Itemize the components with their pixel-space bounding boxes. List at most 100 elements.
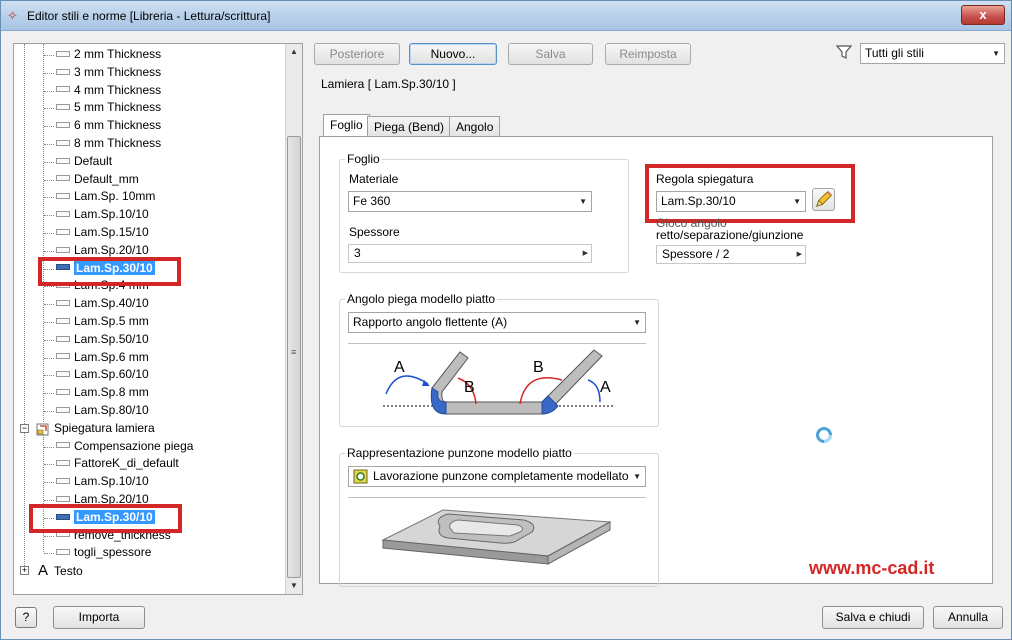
- collapse-toggle-icon[interactable]: −: [20, 423, 29, 433]
- grip-icon: ≡: [291, 347, 297, 357]
- flat-angle-value: Rapporto angolo flettente (A): [353, 315, 508, 329]
- tree-item[interactable]: 6 mm Thickness: [56, 117, 161, 134]
- tree-item-label: Lam.Sp.40/10: [74, 296, 149, 311]
- tree-item-label: Compensazione piega: [74, 438, 194, 453]
- bend-angle-diagram: A B B A: [348, 343, 646, 423]
- tree-guide-branch: [44, 72, 54, 74]
- tree-item[interactable]: 3 mm Thickness: [56, 64, 161, 81]
- style-leaf-icon: [56, 549, 70, 556]
- tree-item-label: Lam.Sp.20/10: [74, 242, 149, 257]
- chevron-right-icon: ▶: [796, 251, 802, 258]
- tree-item-label: 4 mm Thickness: [74, 82, 162, 97]
- tree-item-label: 8 mm Thickness: [74, 136, 162, 150]
- tab-corner[interactable]: Angolo: [449, 116, 501, 138]
- scroll-thumb[interactable]: ≡: [287, 136, 301, 578]
- tree-item[interactable]: Compensazione piega: [56, 438, 193, 455]
- style-leaf-icon: [56, 389, 70, 396]
- title-bar[interactable]: ✧ Editor stili e norme [Libreria - Lettu…: [1, 1, 1011, 31]
- close-button[interactable]: x: [961, 5, 1005, 25]
- flat-angle-select[interactable]: Rapporto angolo flettente (A) ▼: [348, 312, 646, 333]
- tree-item[interactable]: togli_spessore: [56, 544, 151, 561]
- style-leaf-icon: [56, 335, 70, 342]
- scroll-up-icon[interactable]: ▲: [286, 44, 302, 60]
- tree-item[interactable]: Lam.Sp.80/10: [56, 402, 149, 419]
- flat-angle-group-title: Angolo piega modello piatto: [345, 292, 498, 306]
- tree-guide-branch: [44, 215, 54, 217]
- tree-item[interactable]: Lam.Sp.50/10: [56, 331, 149, 348]
- tree-item[interactable]: Lam.Sp.15/10: [56, 224, 149, 241]
- tree-item[interactable]: Lam.Sp.8 mm: [56, 384, 149, 401]
- style-leaf-icon: [56, 228, 70, 235]
- style-filter-value: Tutti gli stili: [865, 46, 924, 60]
- punch-plate-illustration: [381, 509, 612, 565]
- thickness-field[interactable]: 3 ▶: [348, 244, 592, 263]
- tree-item[interactable]: 4 mm Thickness: [56, 82, 161, 99]
- tree-item[interactable]: 2 mm Thickness: [56, 46, 161, 63]
- import-button[interactable]: Importa: [53, 606, 145, 629]
- tree-item[interactable]: Lam.Sp.5 mm: [56, 313, 149, 330]
- tree-group-sheet-unfold[interactable]: Spiegatura lamiera: [36, 420, 155, 437]
- tree-guide-branch: [44, 411, 54, 412]
- window-title: Editor stili e norme [Libreria - Lettura…: [27, 9, 271, 23]
- tree-item-label: 2 mm Thickness: [74, 47, 162, 61]
- style-leaf-icon: [56, 478, 70, 485]
- style-editor-window: ✧ Editor stili e norme [Libreria - Lettu…: [0, 0, 1012, 640]
- tree-guide-branch: [44, 375, 54, 377]
- tree-guide-line: [24, 44, 25, 570]
- tree-guide-branch: [44, 393, 54, 395]
- material-value: Fe 360: [353, 194, 391, 208]
- tree-guide-branch: [44, 357, 54, 359]
- style-leaf-icon: [56, 86, 70, 93]
- style-leaf-icon: [56, 495, 70, 502]
- help-button[interactable]: ?: [15, 607, 37, 628]
- cancel-button[interactable]: Annulla: [933, 606, 1003, 629]
- style-leaf-icon: [56, 68, 70, 75]
- tree-item[interactable]: Default_mm: [56, 171, 139, 188]
- new-button[interactable]: Nuovo...: [409, 43, 497, 65]
- scroll-down-icon[interactable]: ▼: [286, 578, 302, 594]
- tree-item[interactable]: FattoreK_di_default: [56, 455, 179, 472]
- expand-toggle-icon[interactable]: +: [20, 566, 29, 576]
- style-leaf-icon: [56, 406, 70, 413]
- style-filter-select[interactable]: Tutti gli stili ▼: [860, 43, 1005, 64]
- save-and-close-button[interactable]: Salva e chiudi: [822, 606, 924, 629]
- tree-scrollbar[interactable]: ▲ ≡ ▼: [285, 44, 302, 594]
- tree-group-text[interactable]: A Testo: [38, 562, 83, 579]
- highlight-box-unfold-style: [29, 504, 182, 533]
- gap-field[interactable]: Spessore / 2 ▶: [656, 245, 806, 264]
- chevron-down-icon: ▼: [633, 318, 641, 327]
- highlight-box-unfold-rule: [645, 164, 855, 223]
- material-select[interactable]: Fe 360 ▼: [348, 191, 592, 212]
- bend-angle-illustration: A B B A: [383, 349, 613, 415]
- chevron-down-icon: ▼: [579, 197, 587, 206]
- gap-value: Spessore / 2: [662, 247, 730, 261]
- diagram-label-b-left: B: [464, 379, 475, 396]
- tab-bend[interactable]: Piega (Bend): [367, 116, 452, 138]
- tree-item-label: 6 mm Thickness: [74, 118, 162, 133]
- tree-item[interactable]: Lam.Sp.10/10: [56, 473, 149, 490]
- chevron-down-icon: ▼: [992, 49, 1000, 58]
- punch-select[interactable]: Lavorazione punzone completamente modell…: [348, 466, 646, 487]
- tree-item-label: Lam.Sp. 10mm: [74, 189, 156, 204]
- tree-item[interactable]: 8 mm Thickness: [56, 135, 161, 152]
- tree-item[interactable]: Lam.Sp.40/10: [56, 295, 149, 312]
- save-button[interactable]: Salva: [508, 43, 593, 65]
- tree-item[interactable]: Default: [56, 153, 112, 170]
- reset-button[interactable]: Reimposta: [605, 43, 691, 65]
- back-button[interactable]: Posteriore: [314, 43, 400, 65]
- tree-item[interactable]: Lam.Sp.10/10: [56, 206, 149, 223]
- tab-sheet[interactable]: Foglio: [323, 114, 370, 137]
- style-leaf-icon: [56, 353, 70, 360]
- tree-item-label: Lam.Sp.50/10: [74, 331, 149, 346]
- tree-item[interactable]: Lam.Sp.60/10: [56, 366, 149, 383]
- tree-guide-branch: [44, 535, 54, 537]
- style-leaf-icon: [56, 460, 70, 467]
- style-leaf-icon: [56, 193, 70, 200]
- tree-item[interactable]: Lam.Sp.6 mm: [56, 349, 149, 366]
- tree-item[interactable]: 5 mm Thickness: [56, 99, 161, 116]
- filter-icon[interactable]: [836, 44, 852, 60]
- style-title: Lamiera [ Lam.Sp.30/10 ]: [321, 77, 456, 91]
- tree-item[interactable]: Lam.Sp. 10mm: [56, 188, 155, 205]
- tree-item-label: Default: [74, 153, 113, 168]
- tree-guide-branch: [44, 322, 54, 323]
